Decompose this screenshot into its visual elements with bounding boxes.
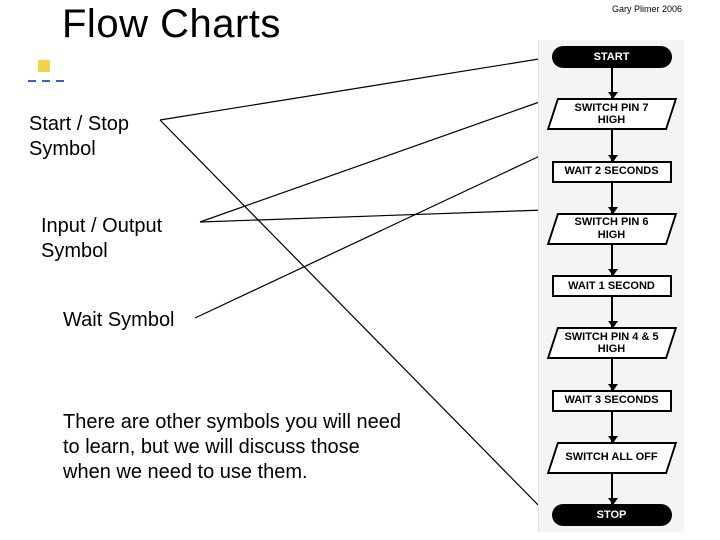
arrow-down-icon — [611, 68, 613, 98]
label-start-line2: Symbol — [29, 137, 129, 162]
bullet-icon — [38, 60, 50, 72]
label-io-line2: Symbol — [41, 239, 162, 264]
flow-io-alloff: SWITCH ALL OFF — [552, 442, 672, 474]
flow-start: START — [552, 46, 672, 68]
arrow-down-icon — [611, 245, 613, 275]
arrow-down-icon — [611, 359, 613, 389]
author-credit: Gary Plimer 2006 — [612, 4, 682, 14]
flow-io-pin7: SWITCH PIN 7 HIGH — [552, 98, 672, 130]
arrow-down-icon — [611, 412, 613, 442]
flow-wait-3: WAIT 3 SECONDS — [552, 390, 672, 412]
flow-stop: STOP — [552, 504, 672, 526]
flow-wait-2: WAIT 2 SECONDS — [552, 161, 672, 183]
flow-io-pin45-text: SWITCH PIN 4 & 5 HIGH — [552, 327, 672, 359]
flow-wait-1: WAIT 1 SECOND — [552, 275, 672, 297]
label-wait: Wait Symbol — [63, 308, 175, 333]
flow-io-pin45: SWITCH PIN 4 & 5 HIGH — [552, 327, 672, 359]
flowchart: START SWITCH PIN 7 HIGH WAIT 2 SECONDS S… — [538, 40, 684, 532]
paragraph: There are other symbols you will need to… — [63, 410, 403, 485]
flow-io-alloff-text: SWITCH ALL OFF — [552, 442, 672, 474]
page-title: Flow Charts — [62, 2, 281, 47]
flow-io-pin7-text: SWITCH PIN 7 HIGH — [552, 98, 672, 130]
label-io-line1: Input / Output — [41, 214, 162, 239]
label-input-output: Input / Output Symbol — [41, 214, 162, 264]
label-start-line1: Start / Stop — [29, 112, 129, 137]
arrow-down-icon — [611, 183, 613, 213]
underline-decoration — [28, 80, 36, 82]
flowchart-inner: START SWITCH PIN 7 HIGH WAIT 2 SECONDS S… — [543, 46, 680, 526]
flow-io-pin6: SWITCH PIN 6 HIGH — [552, 213, 672, 245]
flow-io-pin6-text: SWITCH PIN 6 HIGH — [552, 213, 672, 245]
label-start-stop: Start / Stop Symbol — [29, 112, 129, 162]
arrow-down-icon — [611, 474, 613, 504]
arrow-down-icon — [611, 297, 613, 327]
arrow-down-icon — [611, 130, 613, 160]
